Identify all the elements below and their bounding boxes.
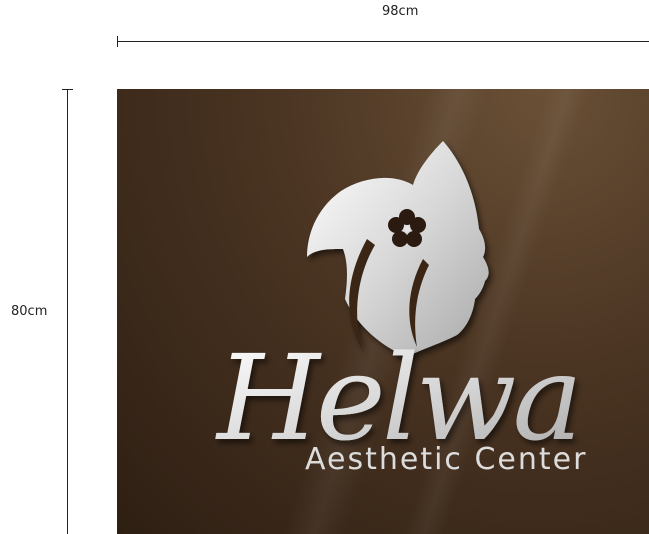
height-dimension-line (67, 89, 68, 534)
width-dimension-tick (117, 36, 118, 47)
height-dimension-tick (62, 89, 73, 90)
logo-graphic: Helwa Aesthetic Center (215, 141, 587, 477)
woman-silhouette-icon (307, 141, 489, 357)
tagline-text: Aesthetic Center (305, 442, 587, 477)
height-dimension-label: 80cm (11, 304, 48, 319)
width-dimension-line (117, 41, 649, 42)
sign-board: Helwa Aesthetic Center (117, 89, 649, 534)
width-dimension-label: 98cm (382, 4, 419, 19)
